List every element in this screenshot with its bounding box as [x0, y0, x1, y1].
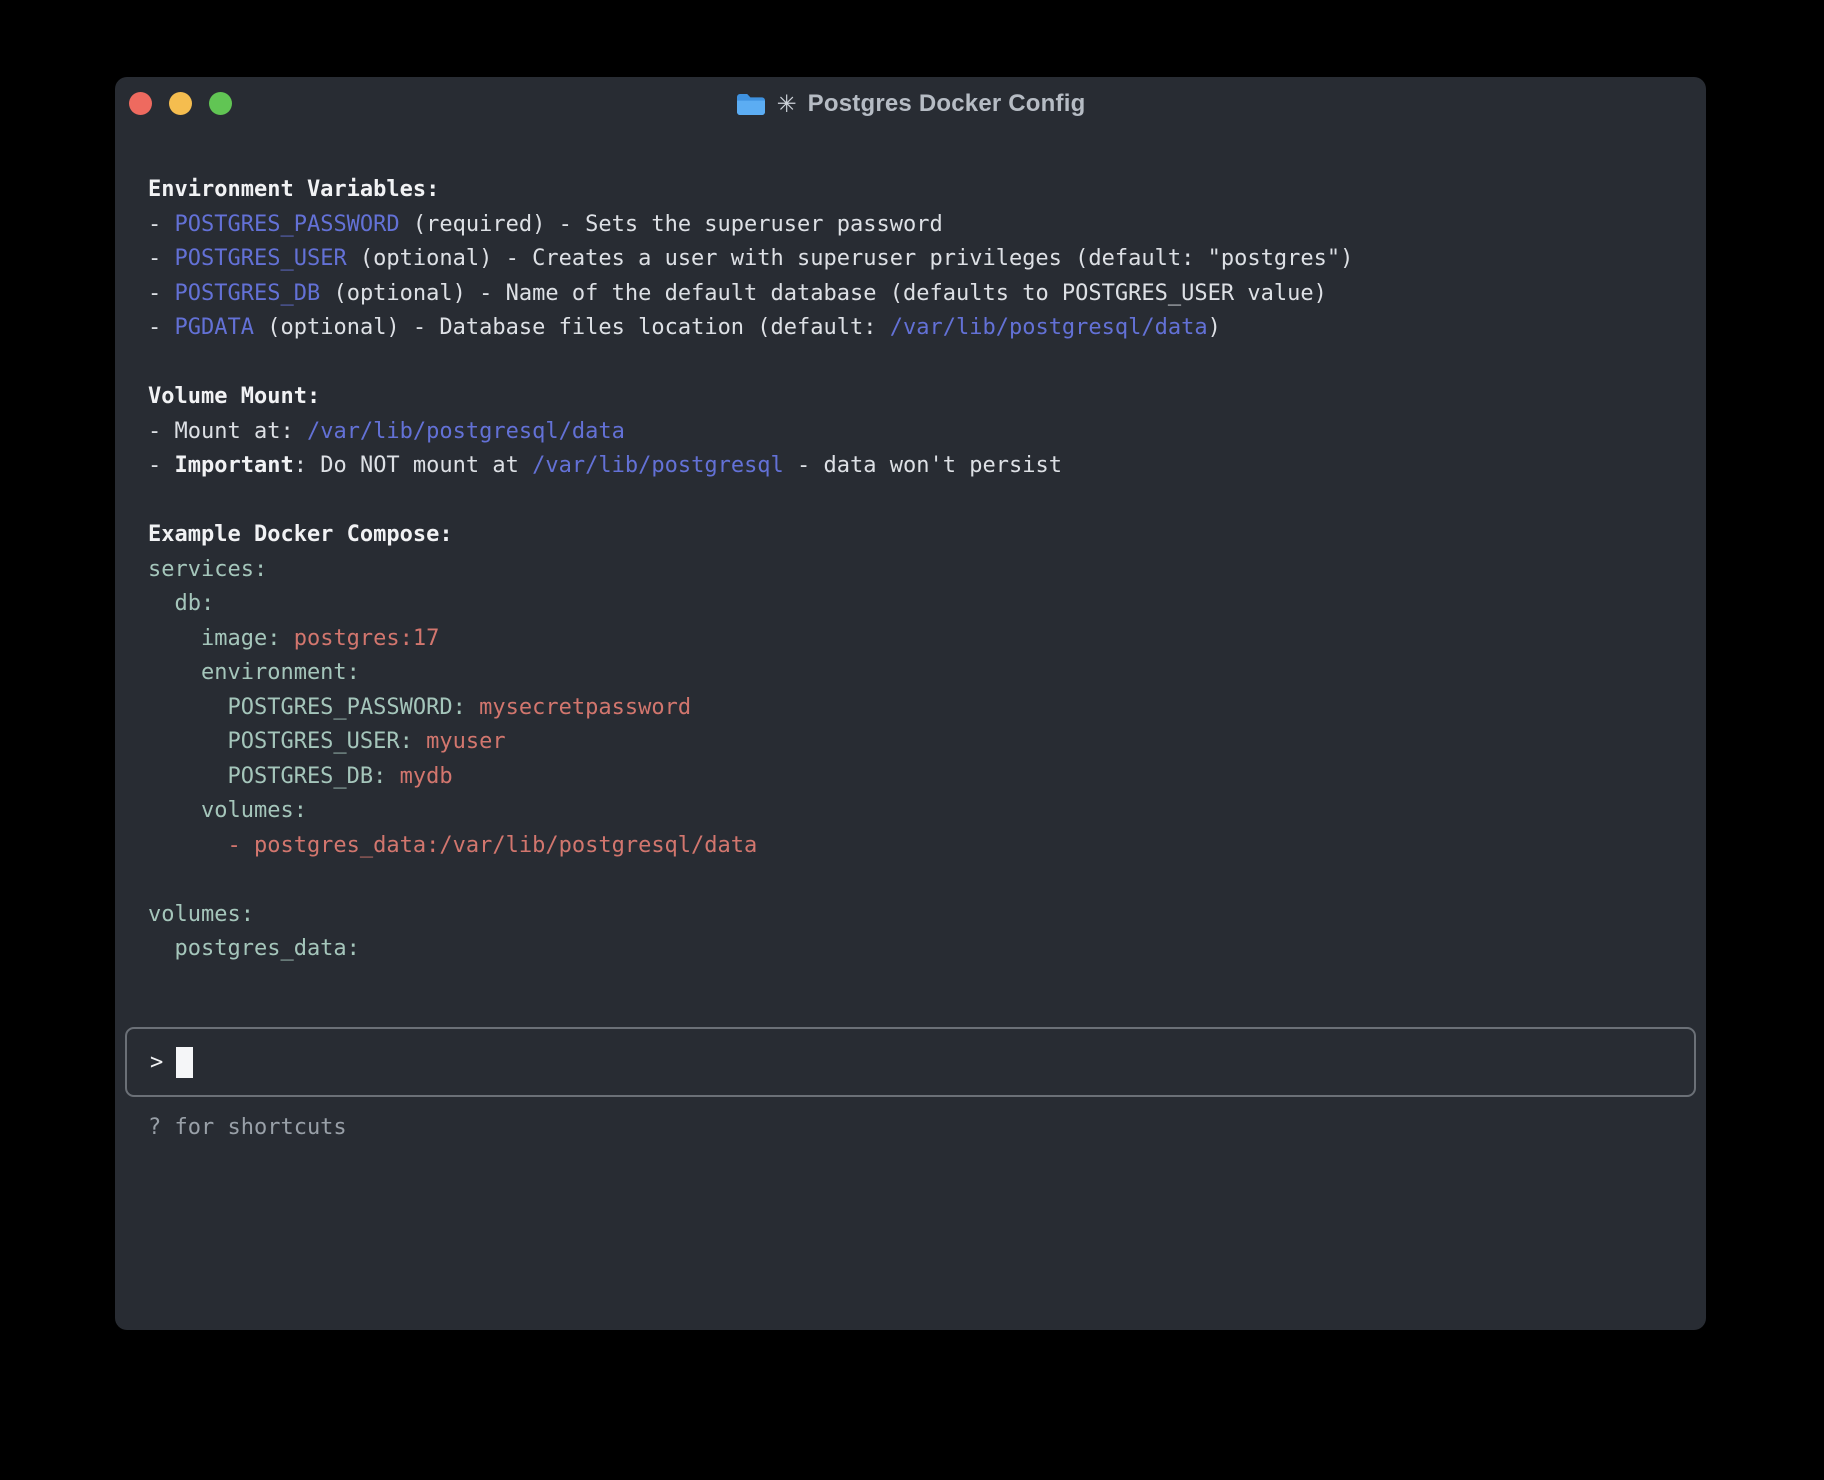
terminal-line: postgres_data:: [148, 932, 1686, 967]
terminal-line: services:: [148, 553, 1686, 588]
terminal-line: - postgres_data:/var/lib/postgresql/data: [148, 829, 1686, 864]
window-title: Postgres Docker Config: [808, 90, 1086, 118]
folder-icon: [736, 92, 766, 116]
traffic-lights: [129, 92, 232, 115]
terminal-line: image: postgres:17: [148, 622, 1686, 657]
terminal-line: environment:: [148, 656, 1686, 691]
terminal-line: Environment Variables:: [148, 173, 1686, 208]
modified-asterisk-icon: ✳: [777, 92, 797, 116]
terminal-line: Volume Mount:: [148, 380, 1686, 415]
terminal-line: - Important: Do NOT mount at /var/lib/po…: [148, 449, 1686, 484]
terminal-line: [148, 346, 1686, 381]
terminal-line: POSTGRES_DB: mydb: [148, 760, 1686, 795]
window-title-group: ✳ Postgres Docker Config: [736, 90, 1086, 118]
terminal-line: - POSTGRES_PASSWORD (required) - Sets th…: [148, 208, 1686, 243]
terminal-line: POSTGRES_USER: myuser: [148, 725, 1686, 760]
minimize-button[interactable]: [169, 92, 192, 115]
terminal-line: - POSTGRES_USER (optional) - Creates a u…: [148, 242, 1686, 277]
shortcuts-hint: ? for shortcuts: [148, 1111, 347, 1145]
terminal-line: volumes:: [148, 898, 1686, 933]
terminal-line: - Mount at: /var/lib/postgresql/data: [148, 415, 1686, 450]
terminal-line: [148, 484, 1686, 519]
close-button[interactable]: [129, 92, 152, 115]
terminal-line: POSTGRES_PASSWORD: mysecretpassword: [148, 691, 1686, 726]
terminal-line: volumes:: [148, 794, 1686, 829]
terminal-line: db:: [148, 587, 1686, 622]
prompt-input[interactable]: >: [125, 1027, 1696, 1097]
terminal-output: Environment Variables:- POSTGRES_PASSWOR…: [148, 173, 1686, 967]
terminal-line: [148, 863, 1686, 898]
terminal-line: - PGDATA (optional) - Database files loc…: [148, 311, 1686, 346]
terminal-line: Example Docker Compose:: [148, 518, 1686, 553]
text-cursor: [176, 1047, 193, 1078]
prompt-chevron: >: [150, 1050, 163, 1075]
zoom-button[interactable]: [209, 92, 232, 115]
titlebar: ✳ Postgres Docker Config: [115, 77, 1706, 129]
app-window: ✳ Postgres Docker Config Environment Var…: [115, 77, 1706, 1330]
terminal-line: - POSTGRES_DB (optional) - Name of the d…: [148, 277, 1686, 312]
